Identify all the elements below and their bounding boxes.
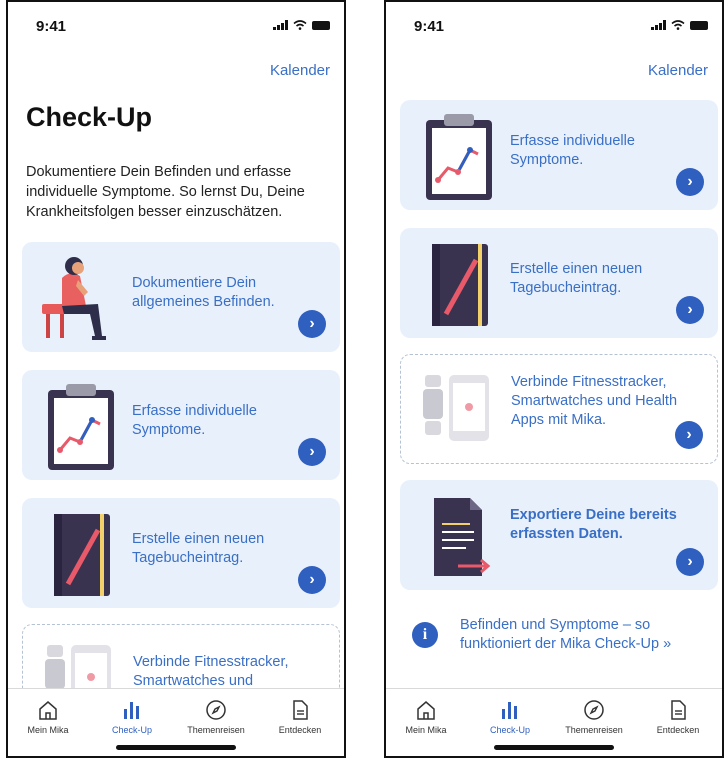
devices-illustration: [423, 375, 489, 441]
calendar-link[interactable]: Kalender: [648, 62, 708, 79]
info-text: Befinden und Symptome – so funktioniert …: [460, 617, 672, 652]
tab-label: Entdecken: [656, 725, 700, 735]
person-sitting-illustration: [42, 257, 106, 340]
intro-text: Dokumentiere Dein Befinden und erfasse i…: [26, 164, 305, 220]
wifi-icon: [671, 20, 685, 30]
tab-entdecken[interactable]: Entdecken: [260, 697, 340, 735]
compass-icon: [584, 700, 604, 720]
wifi-icon: [293, 20, 307, 30]
home-indicator: [494, 745, 614, 750]
card-label: Erfasse individuelle Symptome.: [510, 133, 635, 168]
card-label: Verbinde Fitnesstracker, Smartwatches un…: [511, 374, 678, 428]
document-export-illustration: [434, 498, 491, 576]
status-icons: [273, 20, 330, 30]
tab-mein-mika[interactable]: Mein Mika: [386, 697, 466, 735]
status-bar: 9:41: [8, 2, 344, 42]
tab-mein-mika[interactable]: Mein Mika: [8, 697, 88, 735]
card-general-wellbeing[interactable]: Dokumentiere Dein allgemeines Befinden. …: [22, 242, 340, 352]
card-label: Erfasse individuelle Symptome.: [132, 403, 257, 438]
diary-book-illustration: [54, 514, 110, 596]
tab-check-up[interactable]: Check-Up: [470, 697, 550, 735]
card-label: Verbinde Fitnesstracker, Smartwatches un…: [133, 654, 289, 689]
card-connect-devices[interactable]: Verbinde Fitnesstracker, Smartwatches un…: [400, 354, 718, 464]
home-indicator: [116, 745, 236, 750]
status-icons: [651, 20, 708, 30]
chevron-right-icon[interactable]: ›: [298, 310, 326, 338]
chevron-right-icon[interactable]: ›: [676, 168, 704, 196]
battery-icon: [690, 20, 708, 30]
card-symptoms[interactable]: Erfasse individuelle Symptome. ›: [22, 370, 340, 480]
tab-label: Mein Mika: [27, 725, 69, 735]
chevron-right-icon[interactable]: ›: [676, 548, 704, 576]
phone-screen-left: 9:41 Kalender Check-Up Dokumentiere Dein…: [6, 0, 346, 758]
home-icon: [417, 701, 435, 720]
document-icon: [671, 700, 686, 720]
bar-chart-icon: [502, 702, 517, 719]
document-icon: [293, 700, 308, 720]
diary-book-illustration: [432, 244, 488, 326]
chevron-right-icon[interactable]: ›: [298, 566, 326, 594]
signal-icon: [651, 20, 666, 30]
tab-label: Check-Up: [111, 725, 152, 735]
card-symptoms[interactable]: Erfasse individuelle Symptome. ›: [400, 100, 718, 210]
tab-bar: Mein Mika Check-Up Themenreisen Entdecke…: [8, 688, 344, 756]
tab-label: Themenreisen: [187, 725, 245, 735]
tab-label: Check-Up: [489, 725, 530, 735]
home-icon: [39, 701, 57, 720]
phone-screen-right: 9:41 Kalender Erfasse individuelle Sympt…: [384, 0, 724, 758]
card-label: Dokumentiere Dein allgemeines Befinden.: [132, 275, 275, 310]
card-export-data[interactable]: Exportiere Deine bereits erfassten Daten…: [400, 480, 718, 590]
status-time: 9:41: [414, 18, 445, 35]
tab-entdecken[interactable]: Entdecken: [638, 697, 718, 735]
chevron-right-icon[interactable]: ›: [676, 296, 704, 324]
card-label: Erstelle einen neuen Tagebucheintrag.: [510, 261, 643, 296]
tab-themenreisen[interactable]: Themenreisen: [176, 697, 256, 735]
bar-chart-icon: [124, 702, 139, 719]
tab-bar: Mein Mika Check-Up Themenreisen Entdecke…: [386, 688, 722, 756]
clipboard-chart-illustration: [426, 114, 492, 200]
status-bar: 9:41: [386, 2, 722, 42]
tab-label: Mein Mika: [405, 725, 447, 735]
tab-label: Entdecken: [278, 725, 322, 735]
page-title: Check-Up: [26, 102, 153, 132]
card-label: Exportiere Deine bereits erfassten Daten…: [510, 507, 677, 542]
calendar-link[interactable]: Kalender: [270, 62, 330, 79]
signal-icon: [273, 20, 288, 30]
status-time: 9:41: [36, 18, 67, 35]
info-icon: i: [412, 622, 438, 648]
battery-icon: [312, 20, 330, 30]
chevron-right-icon[interactable]: ›: [298, 438, 326, 466]
card-diary[interactable]: Erstelle einen neuen Tagebucheintrag. ›: [22, 498, 340, 608]
tab-themenreisen[interactable]: Themenreisen: [554, 697, 634, 735]
chevron-right-icon[interactable]: ›: [675, 421, 703, 449]
card-diary[interactable]: Erstelle einen neuen Tagebucheintrag. ›: [400, 228, 718, 338]
clipboard-chart-illustration: [48, 384, 114, 470]
tab-label: Themenreisen: [565, 725, 623, 735]
compass-icon: [206, 700, 226, 720]
card-label: Erstelle einen neuen Tagebucheintrag.: [132, 531, 265, 566]
tab-check-up[interactable]: Check-Up: [92, 697, 172, 735]
